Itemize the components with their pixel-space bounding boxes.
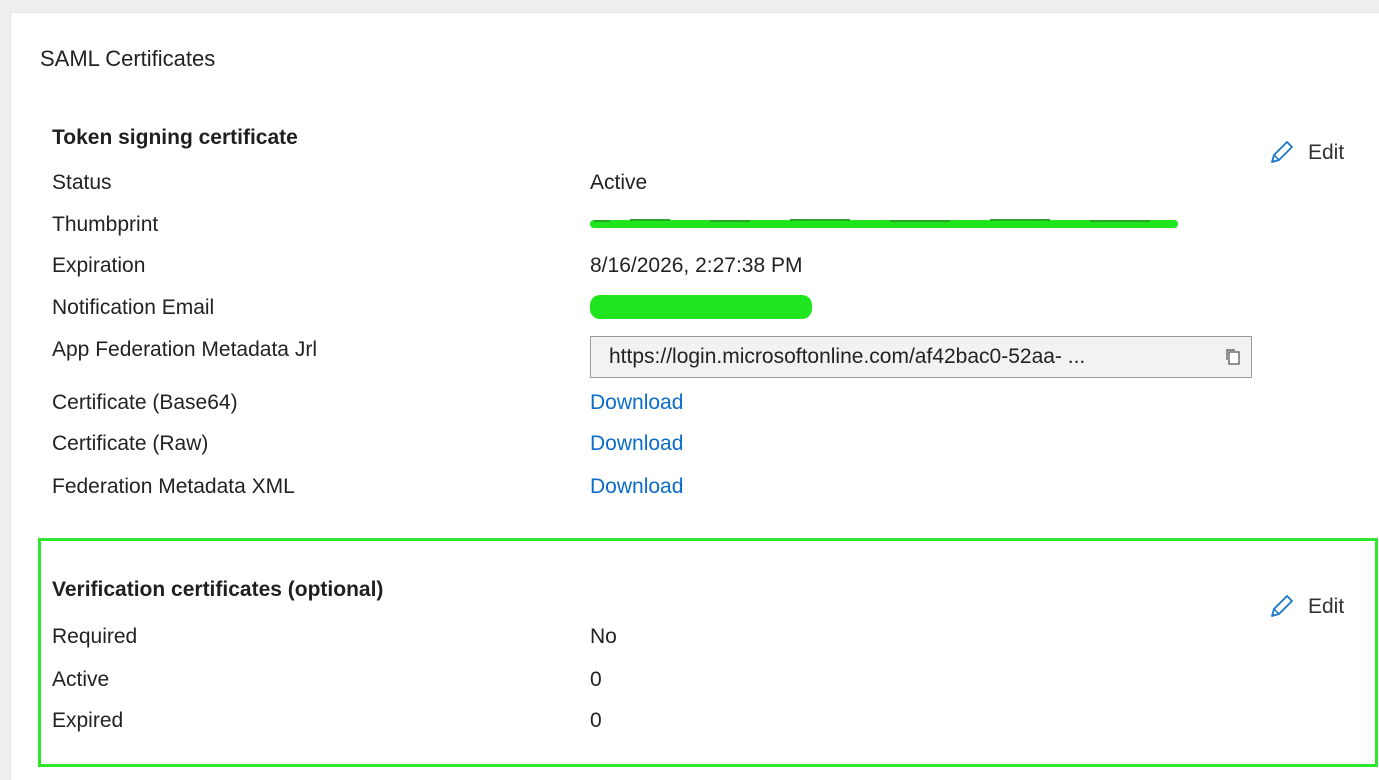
notification-email-label: Notification Email	[52, 296, 215, 319]
notification-email-redacted-value	[590, 295, 812, 319]
active-value: 0	[590, 668, 602, 691]
thumbprint-label: Thumbprint	[52, 213, 159, 236]
active-label: Active	[52, 668, 110, 691]
federation-xml-download-link[interactable]: Download	[590, 475, 683, 499]
required-value: No	[590, 625, 617, 648]
status-label: Status	[52, 171, 112, 194]
metadata-url-label: App Federation Metadata Jrl	[52, 338, 317, 361]
expired-label: Expired	[52, 709, 124, 732]
pencil-icon	[1266, 138, 1296, 168]
edit-label: Edit	[1308, 141, 1345, 164]
cert-raw-label: Certificate (Raw)	[52, 432, 209, 455]
verification-heading: Verification certificates (optional)	[52, 578, 384, 601]
pencil-icon	[1266, 592, 1296, 622]
cert-base64-label: Certificate (Base64)	[52, 391, 238, 414]
panel-title: SAML Certificates	[40, 46, 216, 71]
expiration-value: 8/16/2026, 2:27:38 PM	[590, 254, 803, 277]
cert-raw-download-link[interactable]: Download	[590, 432, 683, 456]
expiration-label: Expiration	[52, 254, 146, 277]
thumbprint-redacted-value	[590, 217, 1180, 231]
expired-value: 0	[590, 709, 602, 732]
metadata-url-field[interactable]: https://login.microsoftonline.com/af42ba…	[590, 336, 1252, 378]
token-signing-heading: Token signing certificate	[52, 126, 298, 149]
cert-base64-download-link[interactable]: Download	[590, 391, 683, 415]
token-signing-edit-button[interactable]: Edit	[1266, 138, 1344, 168]
edit-label: Edit	[1308, 595, 1345, 618]
verification-highlight-box	[38, 538, 1378, 767]
required-label: Required	[52, 625, 138, 648]
verification-edit-button[interactable]: Edit	[1266, 592, 1344, 622]
metadata-url-value: https://login.microsoftonline.com/af42ba…	[609, 345, 1086, 368]
federation-xml-label: Federation Metadata XML	[52, 475, 295, 498]
status-value: Active	[590, 171, 648, 194]
copy-icon[interactable]	[1215, 339, 1251, 375]
